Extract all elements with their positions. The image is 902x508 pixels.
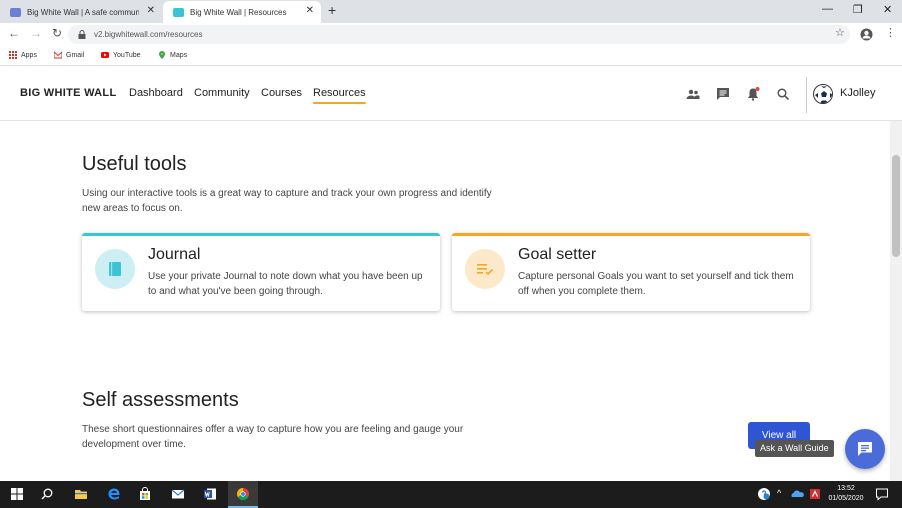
windows-start-icon[interactable] bbox=[10, 487, 24, 501]
word-icon[interactable] bbox=[203, 487, 217, 501]
bookmark-gmail[interactable]: Gmail bbox=[54, 51, 84, 59]
bookmark-maps[interactable]: Maps bbox=[158, 51, 187, 59]
file-explorer-icon[interactable] bbox=[74, 487, 88, 501]
journal-icon-circle bbox=[95, 249, 135, 289]
chat-bubble-icon bbox=[858, 442, 872, 456]
site-header: BIG WHITE WALL Dashboard Community Cours… bbox=[0, 67, 902, 121]
menu-kebab-icon[interactable]: ⋮ bbox=[885, 26, 896, 39]
apps-grid-icon bbox=[9, 51, 17, 59]
main-content: Useful tools Using our interactive tools… bbox=[0, 121, 890, 481]
close-tab-icon[interactable]: ✕ bbox=[306, 5, 314, 16]
goal-setter-card[interactable]: Goal setter Capture personal Goals you w… bbox=[452, 233, 810, 311]
close-window-icon[interactable]: ✕ bbox=[883, 3, 892, 16]
help-icon[interactable] bbox=[757, 487, 771, 501]
action-center-icon[interactable] bbox=[875, 487, 889, 501]
forward-icon[interactable]: → bbox=[30, 26, 42, 40]
bookmark-star-icon[interactable]: ☆ bbox=[835, 26, 845, 39]
antivirus-tray-icon[interactable] bbox=[808, 487, 822, 501]
gmail-icon bbox=[54, 51, 62, 59]
edge-browser-icon[interactable] bbox=[107, 487, 121, 501]
show-hidden-icons-icon[interactable]: ^ bbox=[777, 488, 781, 498]
windows-taskbar: ^ 13:52 01/05/2020 bbox=[0, 481, 902, 508]
tab-title: Big White Wall | Resources bbox=[190, 7, 287, 17]
search-icon[interactable] bbox=[40, 487, 54, 501]
reload-icon[interactable]: ↻ bbox=[52, 26, 62, 40]
profile-icon[interactable] bbox=[860, 28, 873, 41]
minimize-icon[interactable]: — bbox=[822, 3, 833, 15]
chrome-taskbar-active[interactable] bbox=[228, 481, 258, 508]
ask-wall-guide-tooltip: Ask a Wall Guide bbox=[755, 440, 834, 457]
bookmark-label: Maps bbox=[170, 51, 188, 59]
browser-tab-community[interactable]: Big White Wall | A safe community ✕ bbox=[0, 1, 162, 23]
youtube-icon bbox=[101, 52, 109, 58]
bookmark-label: YouTube bbox=[113, 51, 141, 59]
search-icon[interactable] bbox=[776, 87, 790, 101]
site-logo[interactable]: BIG WHITE WALL bbox=[20, 87, 116, 99]
bookmark-label: Gmail bbox=[66, 51, 85, 59]
back-icon[interactable]: ← bbox=[8, 26, 20, 40]
browser-tab-resources[interactable]: Big White Wall | Resources ✕ bbox=[163, 1, 321, 23]
goal-setter-description: Capture personal Goals you want to set y… bbox=[518, 271, 794, 297]
journal-card[interactable]: Journal Use your private Journal to note… bbox=[82, 233, 440, 311]
goal-setter-icon-circle bbox=[465, 249, 505, 289]
nav-community[interactable]: Community bbox=[194, 87, 250, 99]
chrome-icon bbox=[236, 488, 249, 501]
bigwhitewall-favicon bbox=[173, 7, 184, 17]
soccer-ball-avatar-icon bbox=[815, 86, 832, 103]
checklist-icon bbox=[477, 264, 494, 276]
scrollbar-thumb[interactable] bbox=[892, 155, 900, 257]
card-accent-bar bbox=[452, 233, 810, 236]
maps-icon bbox=[159, 51, 165, 59]
page-scrollbar[interactable] bbox=[890, 121, 902, 481]
goal-setter-title: Goal setter bbox=[518, 246, 597, 263]
bigwhitewall-favicon bbox=[10, 7, 21, 17]
bookmark-apps[interactable]: Apps bbox=[9, 51, 37, 59]
browser-toolbar: ← → ↻ v2.bigwhitewall.com/resources ☆ ⋮ bbox=[0, 23, 902, 46]
new-tab-icon[interactable]: + bbox=[328, 2, 336, 18]
url-text: v2.bigwhitewall.com/resources bbox=[94, 30, 203, 39]
browser-tab-strip: Big White Wall | A safe community ✕ Big … bbox=[0, 0, 902, 23]
card-accent-bar bbox=[82, 233, 440, 236]
username[interactable]: KJolley bbox=[840, 87, 875, 99]
close-tab-icon[interactable]: ✕ bbox=[147, 5, 155, 16]
self-assessments-description: These short questionnaires offer a way t… bbox=[82, 424, 464, 450]
avatar[interactable] bbox=[813, 84, 833, 104]
chat-button[interactable] bbox=[845, 429, 885, 469]
nav-resources[interactable]: Resources bbox=[313, 87, 366, 104]
journal-book-icon bbox=[109, 262, 121, 276]
journal-description: Use your private Journal to note down wh… bbox=[148, 271, 423, 297]
bookmark-youtube[interactable]: YouTube bbox=[101, 51, 141, 59]
nav-courses[interactable]: Courses bbox=[261, 87, 302, 99]
address-bar[interactable]: v2.bigwhitewall.com/resources bbox=[68, 25, 850, 44]
messages-icon[interactable] bbox=[716, 87, 730, 101]
clock-time: 13:52 bbox=[837, 485, 855, 492]
microsoft-store-icon[interactable] bbox=[138, 487, 152, 501]
taskbar-clock[interactable]: 13:52 01/05/2020 bbox=[826, 484, 866, 504]
people-icon[interactable] bbox=[686, 87, 700, 101]
notifications-bell-icon[interactable] bbox=[746, 87, 760, 101]
tab-title: Big White Wall | A safe community bbox=[27, 7, 139, 17]
onedrive-icon[interactable] bbox=[790, 487, 804, 501]
restore-icon[interactable]: ❐ bbox=[853, 3, 863, 16]
useful-tools-description: Using our interactive tools is a great w… bbox=[82, 188, 492, 214]
self-assessments-heading: Self assessments bbox=[82, 389, 239, 411]
bookmark-label: Apps bbox=[21, 51, 37, 59]
bookmarks-bar: Apps Gmail YouTube Maps bbox=[0, 46, 902, 66]
nav-dashboard[interactable]: Dashboard bbox=[129, 87, 183, 99]
useful-tools-heading: Useful tools bbox=[82, 153, 187, 175]
header-divider bbox=[806, 77, 807, 113]
lock-icon bbox=[78, 30, 86, 39]
clock-date: 01/05/2020 bbox=[828, 495, 864, 502]
mail-icon[interactable] bbox=[171, 487, 185, 501]
journal-title: Journal bbox=[148, 246, 201, 263]
